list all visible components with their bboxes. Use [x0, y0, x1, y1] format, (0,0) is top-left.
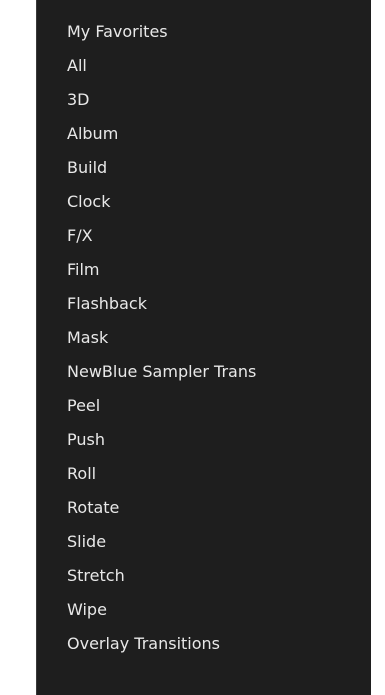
menu-item-album[interactable]: Album	[67, 117, 371, 151]
menu-item-rotate[interactable]: Rotate	[67, 491, 371, 525]
menu-item-overlay-transitions[interactable]: Overlay Transitions	[67, 627, 371, 661]
menu-item-newblue-sampler-trans[interactable]: NewBlue Sampler Trans	[67, 355, 371, 389]
menu-item-slide[interactable]: Slide	[67, 525, 371, 559]
menu-item-push[interactable]: Push	[67, 423, 371, 457]
menu-item-my-favorites[interactable]: My Favorites	[67, 15, 371, 49]
menu-item-mask[interactable]: Mask	[67, 321, 371, 355]
menu-item-clock[interactable]: Clock	[67, 185, 371, 219]
menu-item-3d[interactable]: 3D	[67, 83, 371, 117]
menu-item-roll[interactable]: Roll	[67, 457, 371, 491]
transition-category-menu: My Favorites All 3D Album Build Clock F/…	[36, 0, 371, 695]
menu-item-film[interactable]: Film	[67, 253, 371, 287]
menu-item-all[interactable]: All	[67, 49, 371, 83]
menu-item-peel[interactable]: Peel	[67, 389, 371, 423]
menu-item-build[interactable]: Build	[67, 151, 371, 185]
menu-item-wipe[interactable]: Wipe	[67, 593, 371, 627]
menu-list: My Favorites All 3D Album Build Clock F/…	[67, 18, 371, 661]
menu-item-flashback[interactable]: Flashback	[67, 287, 371, 321]
menu-item-stretch[interactable]: Stretch	[67, 559, 371, 593]
menu-item-fx[interactable]: F/X	[67, 219, 371, 253]
